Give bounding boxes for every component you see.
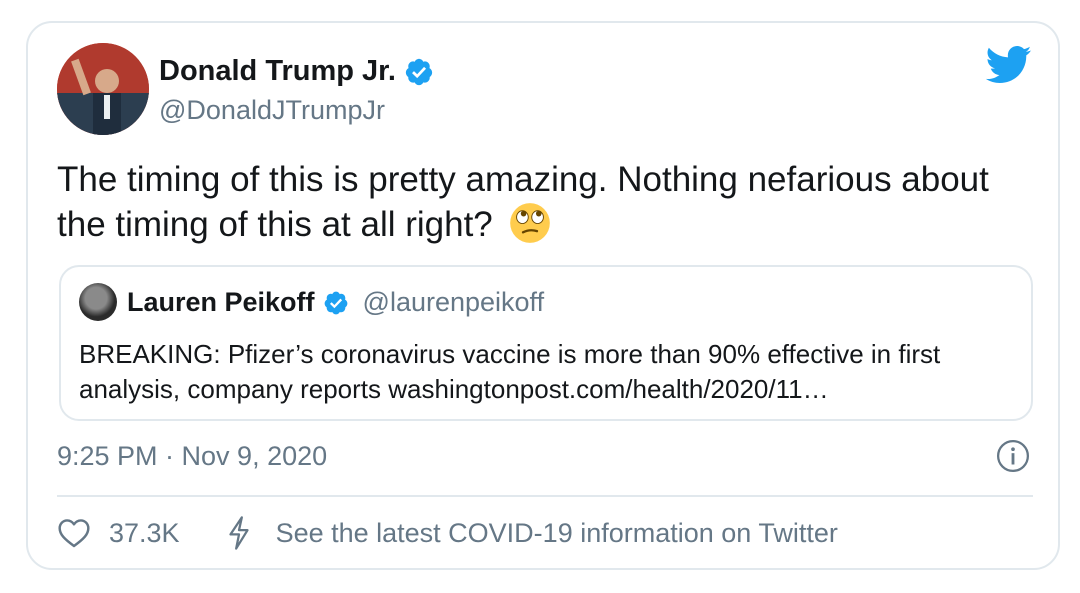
twitter-bird-icon[interactable] xyxy=(986,45,1032,85)
tweet-timestamp[interactable]: 9:25 PM · Nov 9, 2020 xyxy=(57,441,327,472)
quoted-author-name[interactable]: Lauren Peikoff xyxy=(127,287,315,318)
verified-badge-icon xyxy=(324,291,347,314)
author-handle[interactable]: @DonaldJTrumpJr xyxy=(159,95,385,126)
info-icon[interactable] xyxy=(996,439,1030,473)
rolling-eyes-emoji-icon xyxy=(509,203,550,243)
like-count[interactable]: 37.3K xyxy=(109,518,180,549)
verified-badge-icon xyxy=(405,58,432,85)
quoted-author-handle[interactable]: @laurenpeikoff xyxy=(363,287,545,318)
author-avatar[interactable] xyxy=(57,43,149,135)
action-bar: 37.3K See the latest COVID-19 informatio… xyxy=(57,516,838,550)
covid-info-link[interactable]: See the latest COVID-19 information on T… xyxy=(276,518,838,549)
divider xyxy=(57,495,1033,497)
quoted-tweet[interactable]: Lauren Peikoff @laurenpeikoff BREAKING: … xyxy=(59,265,1033,421)
quoted-tweet-text: BREAKING: Pfizer’s coronavirus vaccine i… xyxy=(79,339,941,404)
author-name-row[interactable]: Donald Trump Jr. xyxy=(159,55,434,88)
lightning-bolt-icon[interactable] xyxy=(226,516,252,550)
quoted-tweet-header: Lauren Peikoff @laurenpeikoff xyxy=(127,287,544,318)
tweet-card: Donald Trump Jr. @DonaldJTrumpJr The tim… xyxy=(26,21,1060,570)
tweet-body: The timing of this is pretty amazing. No… xyxy=(57,157,1047,247)
heart-icon[interactable] xyxy=(57,518,91,548)
author-name[interactable]: Donald Trump Jr. xyxy=(159,55,396,88)
quoted-author-avatar[interactable] xyxy=(79,283,117,321)
